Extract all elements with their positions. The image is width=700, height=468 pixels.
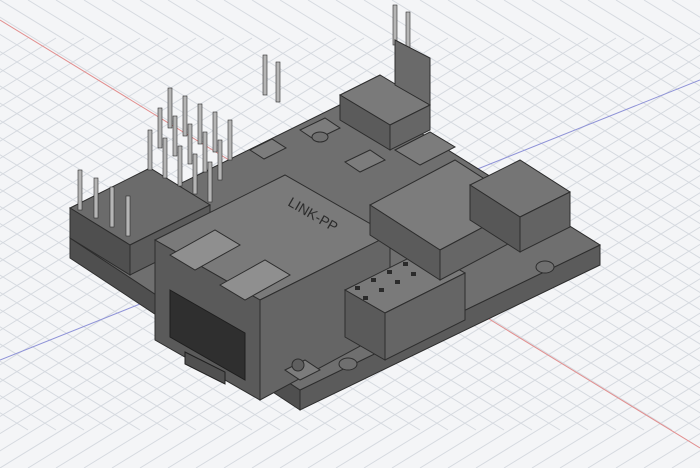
grid-line — [587, 0, 700, 70]
header-pin — [275, 61, 281, 103]
header-pin — [125, 195, 131, 237]
header-pin — [197, 103, 203, 145]
header-pin — [157, 107, 163, 149]
socket-hole — [379, 288, 384, 292]
header-pin — [182, 95, 188, 137]
header-pin — [147, 129, 153, 171]
socket-hole — [395, 280, 400, 284]
header-pin — [192, 153, 198, 195]
header-pin — [202, 131, 208, 173]
socket-hole — [387, 270, 392, 274]
header-pin — [207, 161, 213, 203]
socket-hole — [411, 272, 416, 276]
3d-scene[interactable]: LINK-PP — [0, 0, 700, 468]
header-pin — [262, 54, 268, 96]
header-pin — [187, 123, 193, 165]
header-pin — [392, 4, 398, 46]
socket-hole — [403, 262, 408, 266]
header-pin — [162, 137, 168, 179]
header-pin — [77, 169, 83, 211]
header-pin — [212, 111, 218, 153]
header-pin — [217, 139, 223, 181]
header-pin — [227, 119, 233, 161]
header-pin — [172, 115, 178, 157]
cad-viewport[interactable]: LINK-PP — [0, 0, 700, 468]
header-pin — [93, 177, 99, 219]
socket-hole — [363, 296, 368, 300]
header-pin — [177, 145, 183, 187]
socket-hole — [355, 286, 360, 290]
header-pin — [167, 87, 173, 129]
header-pin — [109, 186, 115, 228]
socket-hole — [371, 278, 376, 282]
